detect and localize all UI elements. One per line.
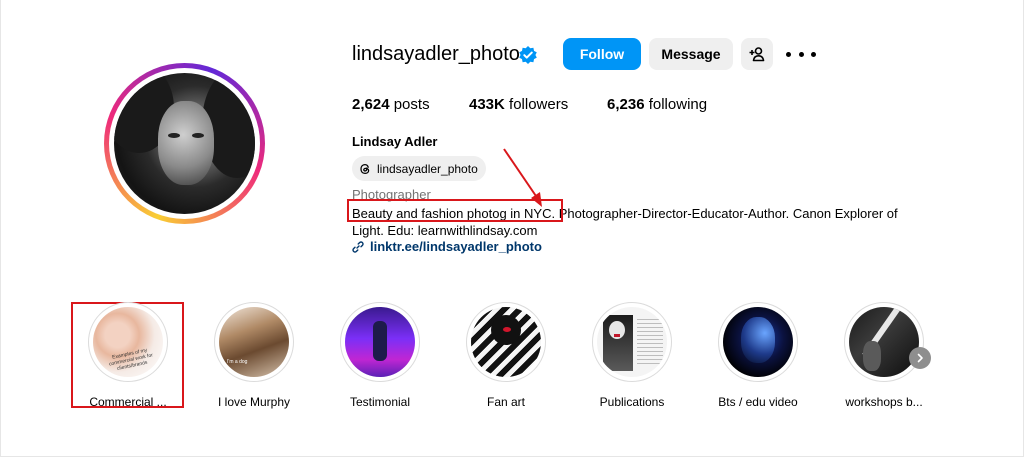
more-dot bbox=[811, 51, 816, 57]
avatar-eye-right bbox=[192, 133, 204, 138]
followers-label: followers bbox=[509, 96, 569, 113]
threads-badge[interactable]: lindsayadler_photo bbox=[352, 156, 486, 181]
highlight-ring bbox=[844, 302, 924, 382]
message-button[interactable]: Message bbox=[649, 38, 733, 70]
highlight-label: Fan art bbox=[486, 395, 525, 409]
highlight-label: I love Murphy bbox=[217, 395, 291, 409]
posts-count: 2,624 bbox=[352, 96, 390, 113]
highlight-ring bbox=[718, 302, 798, 382]
more-options-icon[interactable] bbox=[786, 44, 816, 64]
highlight-lips bbox=[503, 327, 511, 332]
highlight-label: Publications bbox=[599, 395, 665, 409]
highlight-label: Bts / edu video bbox=[718, 395, 798, 409]
add-user-icon bbox=[749, 47, 765, 62]
highlight-figure bbox=[863, 341, 881, 371]
chevron-right-icon bbox=[917, 353, 923, 363]
highlight-cover bbox=[723, 307, 793, 377]
profile-link[interactable]: linktr.ee/lindsayadler_photo bbox=[352, 239, 542, 254]
avatar[interactable] bbox=[114, 73, 255, 214]
link-icon bbox=[352, 240, 364, 253]
posts-label: posts bbox=[393, 96, 430, 113]
verified-badge-icon bbox=[519, 46, 537, 64]
profile-link-text: linktr.ee/lindsayadler_photo bbox=[370, 239, 542, 254]
highlight-overlay-text: Examples of my commercial work for clien… bbox=[108, 347, 154, 373]
highlight-ring bbox=[340, 302, 420, 382]
highlight-ring bbox=[592, 302, 672, 382]
suggest-users-button[interactable] bbox=[741, 38, 773, 70]
following-label: following bbox=[648, 96, 708, 113]
followers-stat[interactable]: 433K followers bbox=[469, 96, 568, 113]
posts-stat: 2,624 posts bbox=[352, 96, 430, 113]
avatar-inner bbox=[109, 68, 260, 219]
highlight-ring bbox=[466, 302, 546, 382]
highlight-lips bbox=[614, 334, 620, 337]
highlight-label: Commercial ... bbox=[89, 395, 167, 409]
threads-handle: lindsayadler_photo bbox=[377, 161, 478, 176]
highlight-page-right bbox=[637, 319, 663, 367]
profile-avatar-ring[interactable] bbox=[104, 63, 265, 224]
followers-count: 433K bbox=[469, 96, 505, 113]
highlight-cover bbox=[849, 307, 919, 377]
highlight-cover bbox=[345, 307, 415, 377]
highlight-cover bbox=[471, 307, 541, 377]
highlight-cover: Examples of my commercial work for clien… bbox=[93, 307, 163, 377]
more-dot bbox=[798, 51, 804, 57]
highlight-ring: Examples of my commercial work for clien… bbox=[88, 302, 168, 382]
threads-icon bbox=[360, 163, 370, 174]
highlight-overlay-text: I'm a dog bbox=[227, 359, 248, 365]
profile-username: lindsayadler_photo bbox=[352, 43, 520, 65]
follow-button[interactable]: Follow bbox=[563, 38, 641, 70]
more-dot bbox=[786, 51, 791, 57]
highlight-ring: I'm a dog bbox=[214, 302, 294, 382]
highlight-cover bbox=[597, 307, 667, 377]
following-stat[interactable]: 6,236 following bbox=[607, 96, 707, 113]
highlights-next-button[interactable] bbox=[909, 347, 931, 369]
highlight-figure bbox=[373, 321, 387, 361]
avatar-face bbox=[158, 101, 214, 185]
highlight-cover: I'm a dog bbox=[219, 307, 289, 377]
highlight-label: workshops b... bbox=[845, 395, 923, 409]
profile-full-name: Lindsay Adler bbox=[352, 134, 438, 149]
highlight-label: Testimonial bbox=[349, 395, 411, 409]
highlight-head bbox=[741, 317, 775, 363]
following-count: 6,236 bbox=[607, 96, 645, 113]
annotation-arrow bbox=[503, 148, 542, 207]
avatar-eye-left bbox=[168, 133, 180, 138]
